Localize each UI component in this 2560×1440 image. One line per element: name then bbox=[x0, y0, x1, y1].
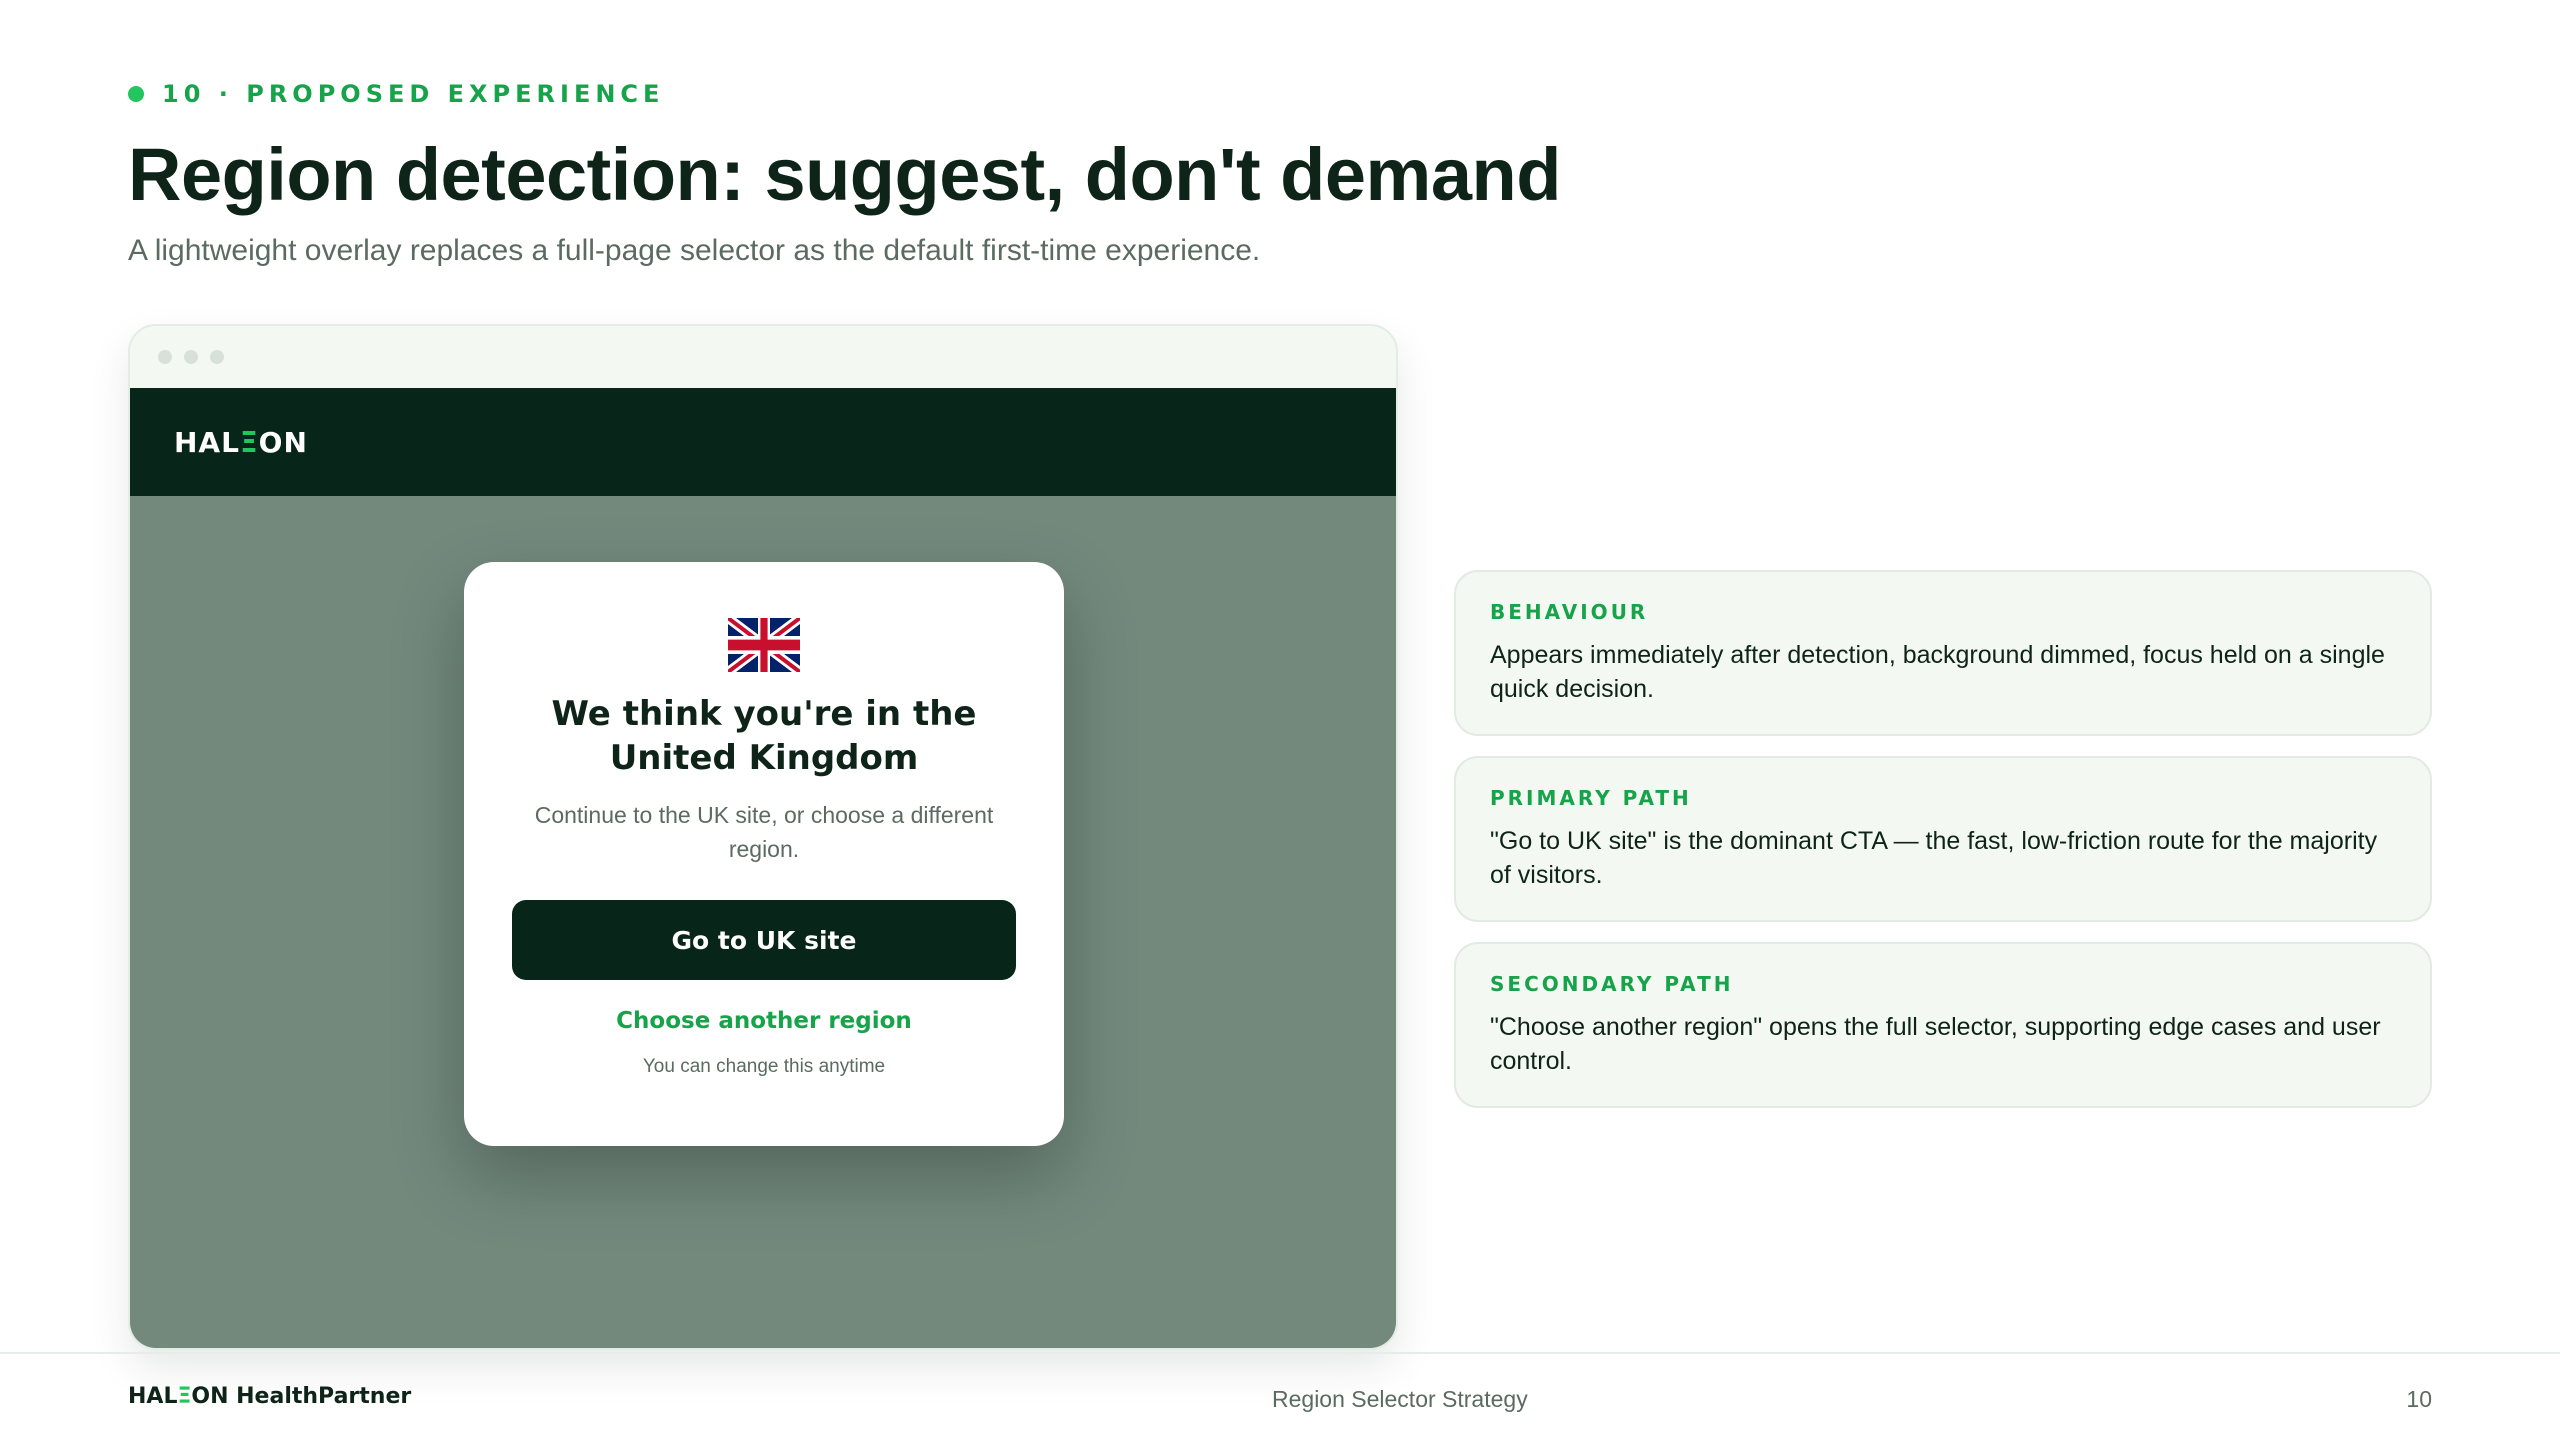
choose-another-region-link[interactable]: Choose another region bbox=[464, 1008, 1064, 1034]
window-dot-icon bbox=[210, 350, 224, 364]
section-eyebrow: 10 · PROPOSED EXPERIENCE bbox=[128, 80, 664, 108]
modal-description: Continue to the UK site, or choose a dif… bbox=[534, 802, 994, 862]
behaviour-card: BEHAVIOUR Appears immediately after dete… bbox=[1454, 570, 2432, 736]
footer-title: Region Selector Strategy bbox=[1272, 1386, 1528, 1412]
browser-titlebar bbox=[130, 326, 1396, 388]
secondary-path-card: SECONDARY PATH "Choose another region" o… bbox=[1454, 942, 2432, 1108]
modal-title: We think you're in the United Kingdom bbox=[551, 694, 977, 778]
card-text: "Go to UK site" is the dominant CTA — th… bbox=[1490, 827, 2378, 889]
footer-brand: HALΞON HealthPartner bbox=[128, 1384, 412, 1409]
section-eyebrow-text: 10 · PROPOSED EXPERIENCE bbox=[162, 80, 665, 108]
page-footer: HALΞON HealthPartner Region Selector Str… bbox=[0, 1352, 2560, 1440]
page-subtitle: A lightweight overlay replaces a full-pa… bbox=[128, 234, 1261, 267]
uk-flag-icon bbox=[728, 618, 800, 672]
page-number: 10 bbox=[2406, 1386, 2432, 1412]
go-to-uk-site-button[interactable]: Go to UK site bbox=[512, 900, 1016, 980]
modal-footnote: You can change this anytime bbox=[642, 1056, 886, 1077]
card-label: PRIMARY PATH bbox=[1490, 786, 1692, 810]
primary-path-card: PRIMARY PATH "Go to UK site" is the domi… bbox=[1454, 756, 2432, 922]
card-text: Appears immediately after detection, bac… bbox=[1490, 641, 2385, 703]
card-label: BEHAVIOUR bbox=[1490, 600, 1649, 624]
window-dot-icon bbox=[158, 350, 172, 364]
browser-mockup: HALΞON We think you're in the United Kin… bbox=[128, 324, 1398, 1350]
section-dot-icon bbox=[128, 86, 144, 102]
card-text: "Choose another region" opens the full s… bbox=[1490, 1013, 2381, 1075]
card-label: SECONDARY PATH bbox=[1490, 972, 1734, 996]
site-logo[interactable]: HALΞON bbox=[174, 426, 308, 459]
window-dot-icon bbox=[184, 350, 198, 364]
page-title: Region detection: suggest, don't demand bbox=[128, 133, 1561, 216]
site-header: HALΞON bbox=[130, 388, 1396, 496]
region-detection-modal: We think you're in the United Kingdom Co… bbox=[464, 562, 1064, 1146]
